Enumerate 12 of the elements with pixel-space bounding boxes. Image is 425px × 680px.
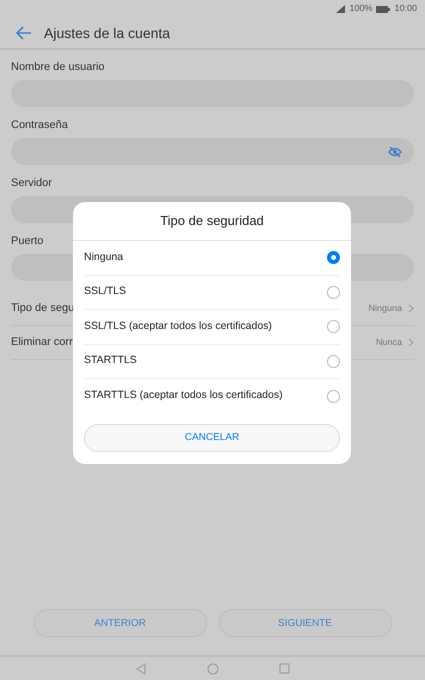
field-label: Servidor [11,176,53,191]
field-label: Nombre de usuario [11,60,106,75]
setting-label: Eliminar corr [11,335,73,350]
setting-value: Nunca [376,336,402,349]
battery-level: 100% [349,2,372,16]
dialog-title: Tipo de seguridad [73,202,351,241]
field-label: Puerto [11,234,44,249]
setting-value: Ninguna [368,302,402,315]
setting-label: Tipo de segu [11,301,74,316]
clock: 10:00 [394,2,417,16]
screen-title: Ajustes de la cuenta [44,24,170,43]
field-label: Contraseña [11,118,69,133]
